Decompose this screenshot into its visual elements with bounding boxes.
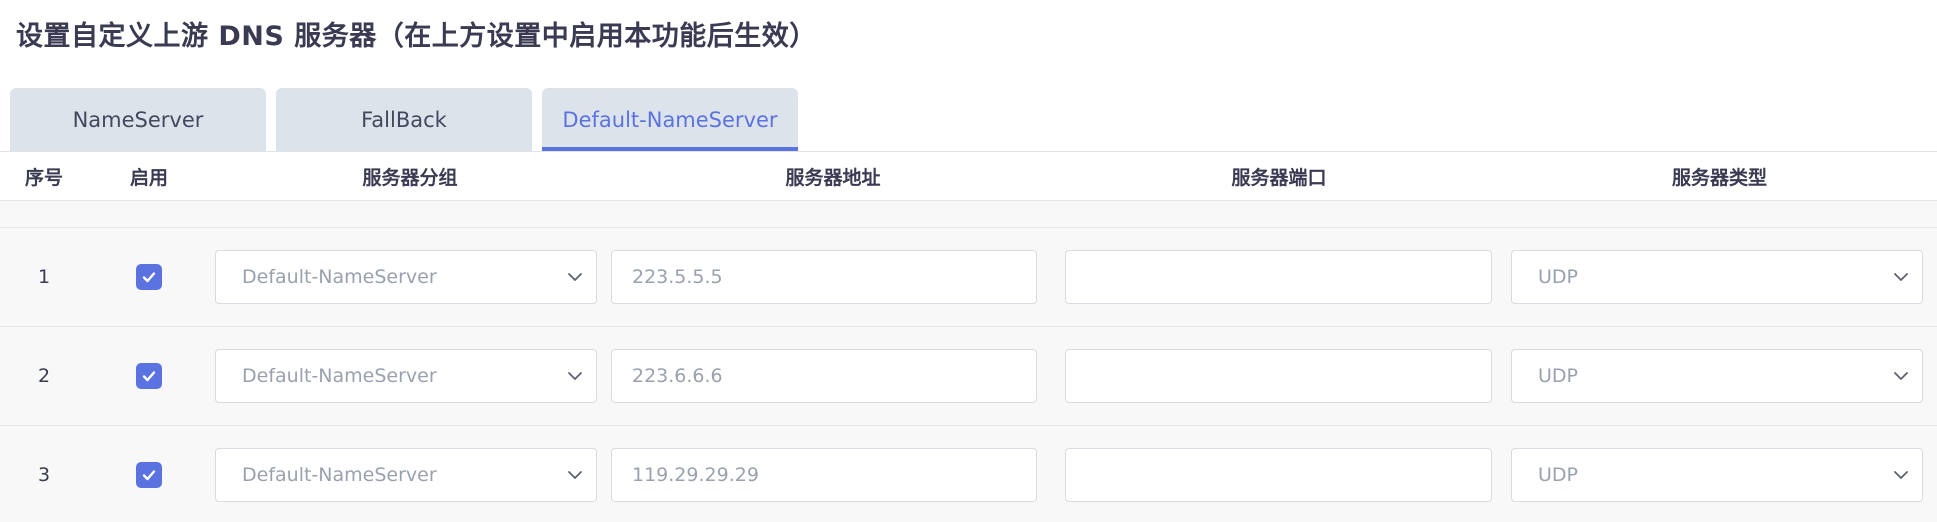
header-index: 序号 — [24, 166, 63, 189]
server-group-select[interactable]: Default-NameServer — [215, 448, 597, 502]
table-row: 1 Default-NameServer 223.5.5.5 UDP — [0, 228, 1937, 327]
row-index: 2 — [37, 365, 51, 387]
server-type-select[interactable]: UDP — [1511, 250, 1923, 304]
enable-checkbox[interactable] — [136, 264, 162, 290]
tab-bar: NameServer FallBack Default-NameServer — [10, 88, 798, 151]
check-icon — [142, 470, 156, 481]
tab-nameserver[interactable]: NameServer — [10, 88, 266, 151]
row-index: 3 — [37, 464, 51, 486]
header-address: 服务器地址 — [785, 166, 881, 189]
server-type-select[interactable]: UDP — [1511, 349, 1923, 403]
table-spacer-row — [0, 201, 1937, 228]
chevron-down-icon — [566, 465, 586, 485]
enable-checkbox[interactable] — [136, 462, 162, 488]
dns-server-table: 序号 启用 服务器分组 服务器地址 服务器端口 服务器类型 1 Default-… — [0, 151, 1937, 522]
page-title: 设置自定义上游 DNS 服务器（在上方设置中启用本功能后生效） — [16, 21, 817, 52]
chevron-down-icon — [1892, 267, 1912, 287]
chevron-down-icon — [1892, 366, 1912, 386]
check-icon — [142, 272, 156, 283]
server-port-input[interactable] — [1065, 349, 1492, 403]
chevron-down-icon — [566, 267, 586, 287]
check-icon — [142, 371, 156, 382]
row-index: 1 — [37, 266, 51, 288]
header-enabled: 启用 — [129, 166, 168, 189]
server-port-input[interactable] — [1065, 448, 1492, 502]
table-header: 序号 启用 服务器分组 服务器地址 服务器端口 服务器类型 — [0, 152, 1937, 201]
server-type-value: UDP — [1538, 266, 1578, 288]
server-port-input[interactable] — [1065, 250, 1492, 304]
server-group-value: Default-NameServer — [242, 365, 437, 387]
chevron-down-icon — [566, 366, 586, 386]
server-group-value: Default-NameServer — [242, 464, 437, 486]
server-address-input[interactable]: 223.5.5.5 — [611, 250, 1037, 304]
tab-fallback[interactable]: FallBack — [276, 88, 532, 151]
server-address-input[interactable]: 223.6.6.6 — [611, 349, 1037, 403]
header-group: 服务器分组 — [362, 166, 458, 189]
enable-checkbox[interactable] — [136, 363, 162, 389]
server-type-value: UDP — [1538, 464, 1578, 486]
server-group-value: Default-NameServer — [242, 266, 437, 288]
table-row: 2 Default-NameServer 223.6.6.6 UDP — [0, 327, 1937, 426]
server-address-input[interactable]: 119.29.29.29 — [611, 448, 1037, 502]
tab-default-nameserver[interactable]: Default-NameServer — [542, 88, 798, 151]
server-type-select[interactable]: UDP — [1511, 448, 1923, 502]
server-type-value: UDP — [1538, 365, 1578, 387]
page: 设置自定义上游 DNS 服务器（在上方设置中启用本功能后生效） NameServ… — [0, 0, 1937, 522]
header-type: 服务器类型 — [1671, 166, 1767, 189]
server-group-select[interactable]: Default-NameServer — [215, 349, 597, 403]
server-group-select[interactable]: Default-NameServer — [215, 250, 597, 304]
chevron-down-icon — [1892, 465, 1912, 485]
header-port: 服务器端口 — [1231, 166, 1327, 189]
table-row: 3 Default-NameServer 119.29.29.29 UDP — [0, 426, 1937, 522]
